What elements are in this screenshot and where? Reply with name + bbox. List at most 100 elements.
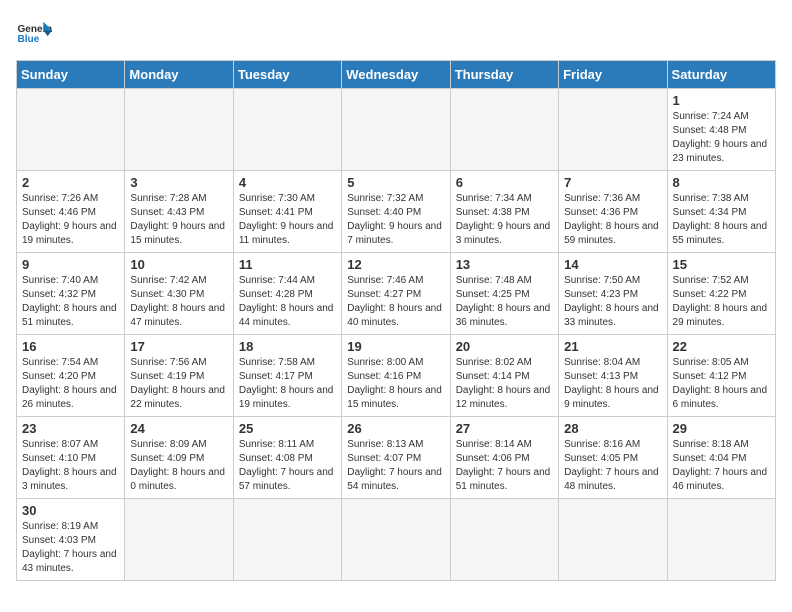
calendar-cell: 5Sunrise: 7:32 AM Sunset: 4:40 PM Daylig…: [342, 171, 450, 253]
calendar-cell: [450, 89, 558, 171]
day-info: Sunrise: 8:13 AM Sunset: 4:07 PM Dayligh…: [347, 438, 444, 494]
calendar-cell: 21 Sunrise: 8:04 AM Sunset: 4:13 PM Dayli…: [559, 335, 667, 417]
calendar-week-1: 1 Sunrise: 7:24 AM Sunset: 4:48 PM Daylig…: [17, 89, 776, 171]
calendar-header: SundayMondayTuesdayWednesdayThursdayFrid…: [17, 61, 776, 89]
day-info: Sunrise: 7:24 AM Sunset: 4:48 PM Dayligh…: [673, 110, 770, 166]
day-info: Sunrise: 8:02 AM Sunset: 4:14 PM Dayligh…: [456, 356, 553, 412]
calendar-week-6: 30Sunrise: 8:19 AM Sunset: 4:03 PM Dayli…: [17, 499, 776, 581]
calendar-cell: 10 Sunrise: 7:42 AM Sunset: 4:30 PM Dayli…: [125, 253, 233, 335]
calendar-cell: 24 Sunrise: 8:09 AM Sunset: 4:09 PM Dayli…: [125, 417, 233, 499]
weekday-header-saturday: Saturday: [667, 61, 775, 89]
calendar-cell: 14Sunrise: 7:50 AM Sunset: 4:23 PM Dayli…: [559, 253, 667, 335]
day-number: 7: [564, 175, 661, 190]
calendar-cell: 7Sunrise: 7:36 AM Sunset: 4:36 PM Daylig…: [559, 171, 667, 253]
day-number: 2: [22, 175, 119, 190]
day-info: Sunrise: 7:40 AM Sunset: 4:32 PM Dayligh…: [22, 274, 119, 330]
day-info: Sunrise: 7:58 AM Sunset: 4:17 PM Dayligh…: [239, 356, 336, 412]
day-info: Sunrise: 8:16 AM Sunset: 4:05 PM Dayligh…: [564, 438, 661, 494]
day-number: 16: [22, 339, 119, 354]
day-number: 25: [239, 421, 336, 436]
day-info: Sunrise: 8:19 AM Sunset: 4:03 PM Dayligh…: [22, 520, 119, 576]
day-number: 9: [22, 257, 119, 272]
calendar-cell: 22 Sunrise: 8:05 AM Sunset: 4:12 PM Dayli…: [667, 335, 775, 417]
day-info: Sunrise: 7:56 AM Sunset: 4:19 PM Dayligh…: [130, 356, 227, 412]
header: General Blue: [16, 16, 776, 52]
day-number: 14: [564, 257, 661, 272]
calendar-cell: 11Sunrise: 7:44 AM Sunset: 4:28 PM Dayli…: [233, 253, 341, 335]
calendar-cell: 19Sunrise: 8:00 AM Sunset: 4:16 PM Dayli…: [342, 335, 450, 417]
day-info: Sunrise: 7:34 AM Sunset: 4:38 PM Dayligh…: [456, 192, 553, 248]
day-info: Sunrise: 8:14 AM Sunset: 4:06 PM Dayligh…: [456, 438, 553, 494]
calendar-cell: [559, 89, 667, 171]
weekday-header-sunday: Sunday: [17, 61, 125, 89]
logo: General Blue: [16, 16, 52, 52]
calendar-cell: 26 Sunrise: 8:13 AM Sunset: 4:07 PM Dayli…: [342, 417, 450, 499]
calendar-cell: [233, 499, 341, 581]
calendar-week-3: 9 Sunrise: 7:40 AM Sunset: 4:32 PM Daylig…: [17, 253, 776, 335]
weekday-header-friday: Friday: [559, 61, 667, 89]
calendar-cell: 8Sunrise: 7:38 AM Sunset: 4:34 PM Daylig…: [667, 171, 775, 253]
calendar-week-4: 16Sunrise: 7:54 AM Sunset: 4:20 PM Dayli…: [17, 335, 776, 417]
day-info: Sunrise: 7:26 AM Sunset: 4:46 PM Dayligh…: [22, 192, 119, 248]
day-number: 29: [673, 421, 770, 436]
calendar-cell: [342, 499, 450, 581]
day-info: Sunrise: 8:11 AM Sunset: 4:08 PM Dayligh…: [239, 438, 336, 494]
weekday-header-tuesday: Tuesday: [233, 61, 341, 89]
day-info: Sunrise: 8:00 AM Sunset: 4:16 PM Dayligh…: [347, 356, 444, 412]
day-number: 6: [456, 175, 553, 190]
svg-text:Blue: Blue: [17, 34, 39, 45]
calendar-body: 1 Sunrise: 7:24 AM Sunset: 4:48 PM Daylig…: [17, 89, 776, 581]
calendar-cell: 29Sunrise: 8:18 AM Sunset: 4:04 PM Dayli…: [667, 417, 775, 499]
weekday-header-wednesday: Wednesday: [342, 61, 450, 89]
day-number: 8: [673, 175, 770, 190]
calendar-cell: [125, 89, 233, 171]
calendar-cell: 28 Sunrise: 8:16 AM Sunset: 4:05 PM Dayli…: [559, 417, 667, 499]
day-number: 4: [239, 175, 336, 190]
day-info: Sunrise: 8:07 AM Sunset: 4:10 PM Dayligh…: [22, 438, 119, 494]
day-info: Sunrise: 7:32 AM Sunset: 4:40 PM Dayligh…: [347, 192, 444, 248]
day-info: Sunrise: 7:48 AM Sunset: 4:25 PM Dayligh…: [456, 274, 553, 330]
day-number: 22: [673, 339, 770, 354]
logo-icon: General Blue: [16, 16, 52, 52]
calendar-cell: [233, 89, 341, 171]
day-info: Sunrise: 7:52 AM Sunset: 4:22 PM Dayligh…: [673, 274, 770, 330]
weekday-header-row: SundayMondayTuesdayWednesdayThursdayFrid…: [17, 61, 776, 89]
calendar-cell: 30Sunrise: 8:19 AM Sunset: 4:03 PM Dayli…: [17, 499, 125, 581]
weekday-header-monday: Monday: [125, 61, 233, 89]
calendar-cell: [450, 499, 558, 581]
day-number: 1: [673, 93, 770, 108]
day-number: 28: [564, 421, 661, 436]
day-number: 3: [130, 175, 227, 190]
calendar-cell: 1 Sunrise: 7:24 AM Sunset: 4:48 PM Daylig…: [667, 89, 775, 171]
calendar-cell: 20 Sunrise: 8:02 AM Sunset: 4:14 PM Dayli…: [450, 335, 558, 417]
calendar-cell: 27 Sunrise: 8:14 AM Sunset: 4:06 PM Dayli…: [450, 417, 558, 499]
calendar-cell: 2 Sunrise: 7:26 AM Sunset: 4:46 PM Daylig…: [17, 171, 125, 253]
calendar-week-5: 23Sunrise: 8:07 AM Sunset: 4:10 PM Dayli…: [17, 417, 776, 499]
day-number: 21: [564, 339, 661, 354]
calendar-cell: 18Sunrise: 7:58 AM Sunset: 4:17 PM Dayli…: [233, 335, 341, 417]
calendar-cell: 17Sunrise: 7:56 AM Sunset: 4:19 PM Dayli…: [125, 335, 233, 417]
day-info: Sunrise: 7:30 AM Sunset: 4:41 PM Dayligh…: [239, 192, 336, 248]
calendar-cell: 9 Sunrise: 7:40 AM Sunset: 4:32 PM Daylig…: [17, 253, 125, 335]
day-number: 11: [239, 257, 336, 272]
day-info: Sunrise: 7:46 AM Sunset: 4:27 PM Dayligh…: [347, 274, 444, 330]
day-info: Sunrise: 8:04 AM Sunset: 4:13 PM Dayligh…: [564, 356, 661, 412]
weekday-header-thursday: Thursday: [450, 61, 558, 89]
calendar-cell: 6 Sunrise: 7:34 AM Sunset: 4:38 PM Daylig…: [450, 171, 558, 253]
calendar-cell: 15Sunrise: 7:52 AM Sunset: 4:22 PM Dayli…: [667, 253, 775, 335]
day-number: 10: [130, 257, 227, 272]
day-number: 26: [347, 421, 444, 436]
day-info: Sunrise: 7:42 AM Sunset: 4:30 PM Dayligh…: [130, 274, 227, 330]
calendar-cell: 3Sunrise: 7:28 AM Sunset: 4:43 PM Daylig…: [125, 171, 233, 253]
calendar-cell: 23Sunrise: 8:07 AM Sunset: 4:10 PM Dayli…: [17, 417, 125, 499]
calendar-cell: 16Sunrise: 7:54 AM Sunset: 4:20 PM Dayli…: [17, 335, 125, 417]
day-number: 24: [130, 421, 227, 436]
day-info: Sunrise: 8:05 AM Sunset: 4:12 PM Dayligh…: [673, 356, 770, 412]
calendar-cell: 4 Sunrise: 7:30 AM Sunset: 4:41 PM Daylig…: [233, 171, 341, 253]
calendar-cell: [667, 499, 775, 581]
day-number: 20: [456, 339, 553, 354]
calendar-cell: [17, 89, 125, 171]
day-number: 13: [456, 257, 553, 272]
day-info: Sunrise: 8:09 AM Sunset: 4:09 PM Dayligh…: [130, 438, 227, 494]
day-number: 27: [456, 421, 553, 436]
